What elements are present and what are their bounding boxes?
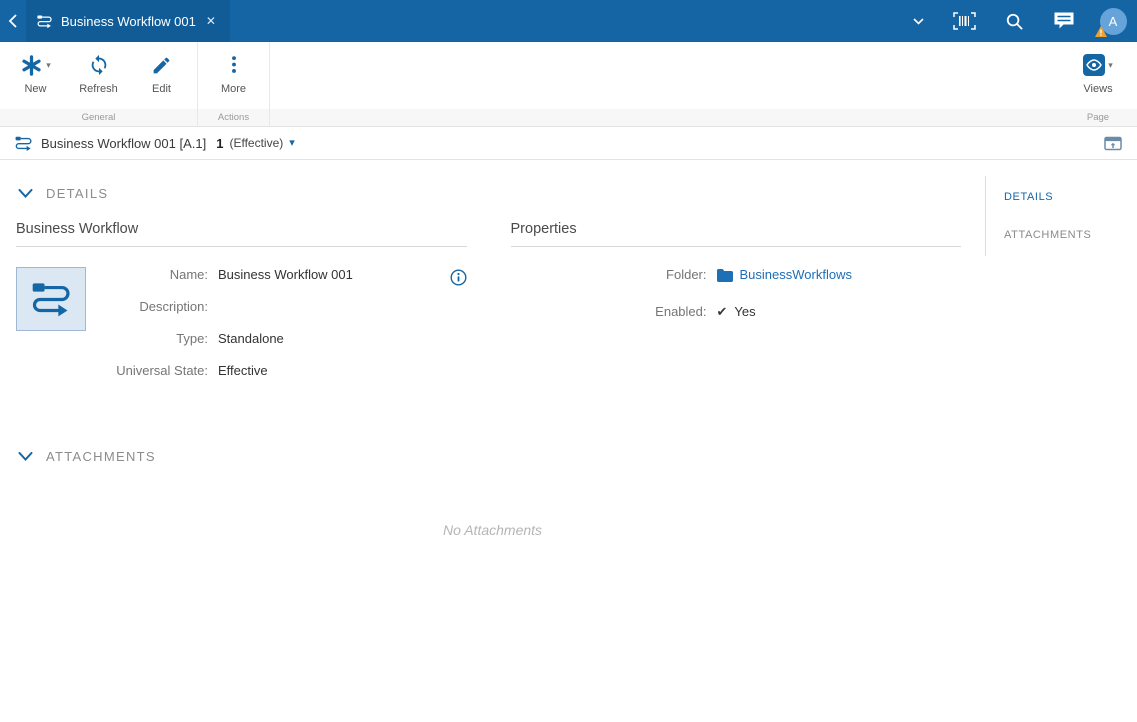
- details-section-header[interactable]: DETAILS: [0, 160, 985, 201]
- topbar-dropdown-button[interactable]: [897, 0, 939, 42]
- tab-title: Business Workflow 001: [61, 13, 196, 29]
- new-button-label: New: [24, 83, 47, 95]
- side-nav-details[interactable]: DETAILS: [986, 178, 1137, 216]
- chevron-down-icon: ▾: [289, 136, 295, 149]
- close-icon[interactable]: ✕: [204, 12, 218, 30]
- ribbon-group-label-general: General: [81, 112, 116, 123]
- no-attachments-text: No Attachments: [442, 522, 543, 538]
- chevron-down-icon: ▾: [46, 59, 51, 70]
- workflow-icon: [29, 277, 73, 321]
- popout-icon: [1104, 136, 1122, 151]
- avatar[interactable]: A: [1089, 0, 1137, 42]
- record-title: Business Workflow 001 [A.1]: [41, 135, 207, 151]
- check-icon: ✔: [716, 304, 728, 319]
- views-button[interactable]: ▾ Views: [1063, 50, 1133, 95]
- warning-icon: [1095, 26, 1107, 37]
- asterisk-icon: [22, 54, 41, 76]
- record-header: Business Workflow 001 [A.1] 1 (Effective…: [0, 127, 1137, 160]
- ribbon-group-general: ▾ New Refresh Edit General: [0, 42, 198, 126]
- chat-button[interactable]: [1039, 0, 1089, 42]
- barcode-button[interactable]: [939, 0, 989, 42]
- folder-icon: [716, 268, 733, 282]
- ellipsis-icon: [231, 56, 236, 73]
- chevron-down-icon: [18, 452, 33, 461]
- form-title: Business Workflow: [16, 221, 467, 247]
- folder-link[interactable]: BusinessWorkflows: [740, 265, 852, 285]
- tab-business-workflow[interactable]: Business Workflow 001 ✕: [26, 0, 230, 42]
- chevron-down-icon: ▾: [1108, 59, 1113, 70]
- details-section-title: DETAILS: [46, 186, 109, 201]
- side-nav-attachments[interactable]: ATTACHMENTS: [986, 216, 1137, 254]
- ribbon-group-actions: More Actions: [198, 42, 270, 126]
- ribbon-group-page: ▾ Views Page: [1059, 42, 1137, 126]
- details-columns: Business Workflow Name: Business Workflo…: [0, 201, 985, 381]
- more-button[interactable]: More: [202, 50, 265, 95]
- pencil-icon: [153, 57, 170, 73]
- views-button-label: Views: [1083, 83, 1113, 95]
- search-icon: [1006, 13, 1023, 30]
- properties-title: Properties: [510, 221, 961, 247]
- chat-icon: [1054, 12, 1074, 29]
- ribbon: ▾ New Refresh Edit General More Actions …: [0, 42, 1137, 127]
- ribbon-group-label-actions: Actions: [217, 112, 250, 123]
- more-button-label: More: [220, 83, 247, 95]
- back-button[interactable]: [0, 0, 26, 42]
- edit-button-label: Edit: [152, 83, 171, 95]
- revision-state-dropdown[interactable]: 1 (Effective) ▾: [214, 136, 295, 151]
- info-icon: [449, 269, 467, 286]
- field-label-enabled: Enabled:: [655, 304, 707, 319]
- ribbon-group-label-page: Page: [1086, 112, 1110, 123]
- field-value-type: Standalone: [218, 331, 284, 346]
- field-value-universal-state: Effective: [218, 363, 268, 378]
- record-state: (Effective): [229, 136, 284, 150]
- business-workflow-form: Business Workflow Name: Business Workflo…: [16, 221, 467, 381]
- field-label-folder: Folder:: [666, 267, 707, 282]
- barcode-icon: [952, 12, 976, 30]
- field-label-type: Type:: [176, 331, 208, 346]
- main-content: DETAILS Business Workflow Name: Business…: [0, 160, 985, 722]
- workflow-icon: [14, 134, 33, 153]
- attachments-section-header[interactable]: ATTACHMENTS: [0, 423, 985, 464]
- workflow-icon: [36, 13, 53, 30]
- field-label-universal-state: Universal State:: [116, 363, 208, 378]
- topbar: Business Workflow 001 ✕ A: [0, 0, 1137, 42]
- properties-form: Properties Folder: BusinessWorkflows Ena…: [510, 221, 962, 381]
- popout-button[interactable]: [1101, 132, 1125, 154]
- item-type-icon: [16, 267, 86, 331]
- attachments-section-title: ATTACHMENTS: [46, 449, 156, 464]
- search-button[interactable]: [989, 0, 1039, 42]
- eye-icon: [1083, 54, 1106, 76]
- chevron-down-icon: [912, 17, 924, 25]
- edit-button[interactable]: Edit: [130, 50, 193, 95]
- record-revision: 1: [216, 135, 224, 151]
- info-button[interactable]: [449, 269, 467, 286]
- refresh-button[interactable]: Refresh: [67, 50, 130, 95]
- field-value-name: Business Workflow 001: [218, 267, 353, 282]
- chevron-down-icon: [18, 189, 33, 198]
- chevron-left-icon: [8, 14, 17, 28]
- field-value-enabled: Yes: [734, 304, 756, 319]
- refresh-icon: [91, 54, 106, 76]
- new-button[interactable]: ▾ New: [4, 50, 67, 95]
- properties-fields: Folder: BusinessWorkflows Enabled: ✔ Yes: [511, 247, 962, 322]
- side-nav: DETAILS ATTACHMENTS: [985, 176, 1137, 256]
- main-area: DETAILS Business Workflow Name: Business…: [0, 160, 1137, 722]
- refresh-button-label: Refresh: [79, 83, 118, 95]
